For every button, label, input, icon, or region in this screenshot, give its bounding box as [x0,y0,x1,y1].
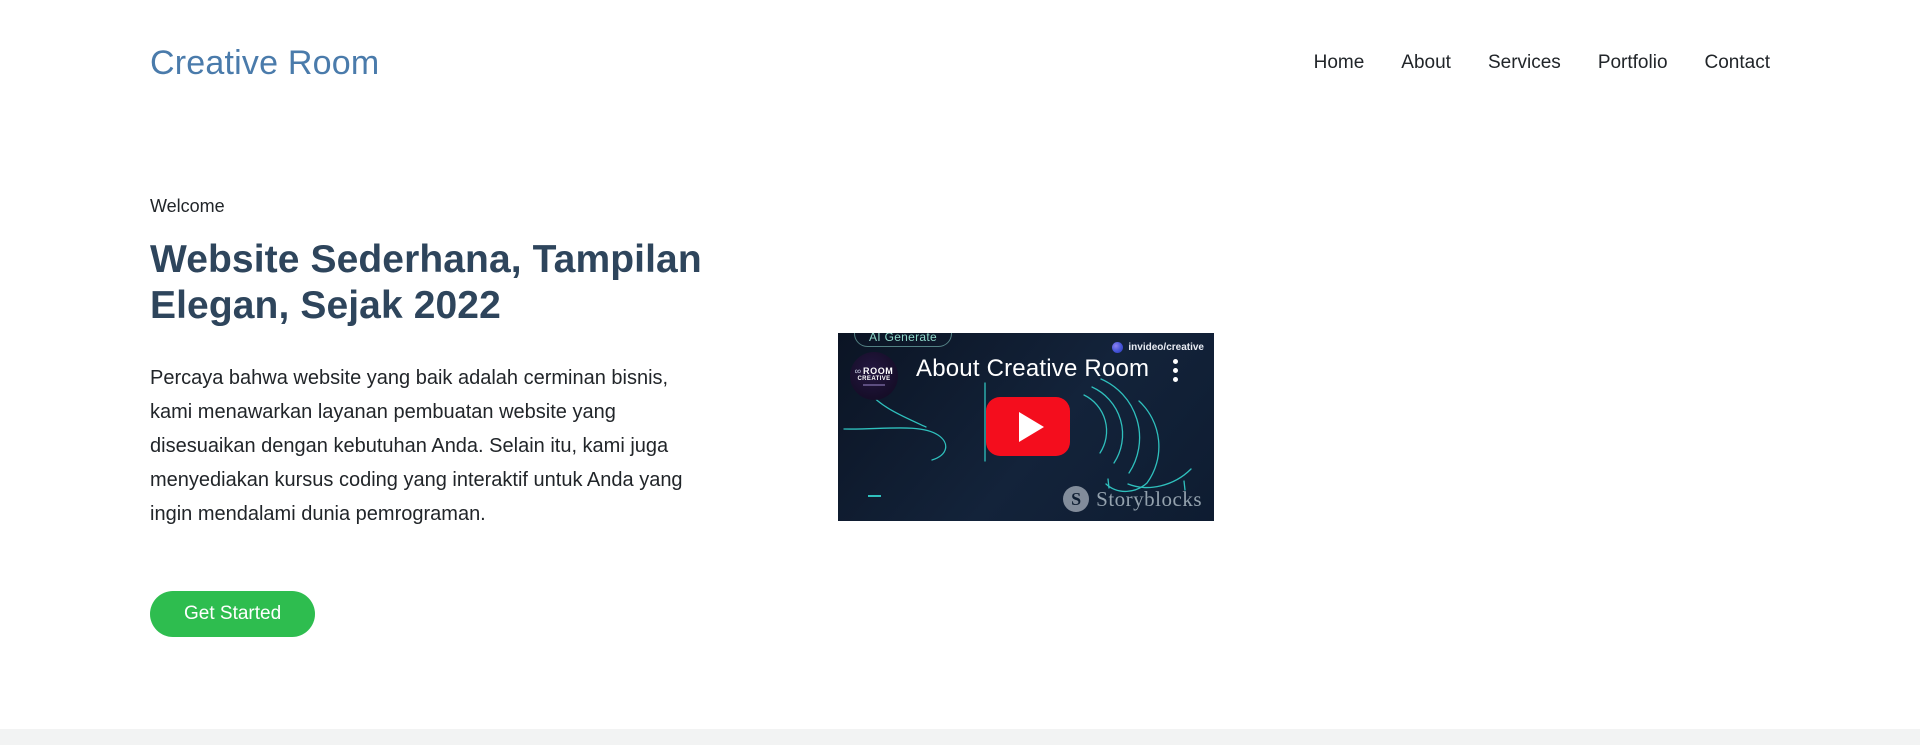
video-title: About Creative Room [916,355,1150,382]
youtube-play-button[interactable] [986,397,1070,456]
welcome-label: Welcome [150,196,225,216]
youtube-video-embed[interactable]: AI Generate ∞ ROOM CREATIVE About Creati… [838,333,1214,521]
main-nav: Home About Services Portfolio Contact [1314,52,1770,74]
kebab-dot [1173,377,1178,382]
nav-item-about[interactable]: About [1401,52,1451,74]
ai-generate-button: AI Generate [854,333,953,347]
nav-item-portfolio[interactable]: Portfolio [1598,52,1668,74]
kebab-dot [1173,368,1178,373]
kebab-dot [1173,359,1178,364]
invideo-badge-label: invideo/creative [1128,342,1204,353]
hero-section: Welcome Website Sederhana, Tampilan Eleg… [150,196,706,637]
channel-logo-subline [863,383,885,386]
next-section-edge [0,729,1920,745]
teal-dash-decoration [868,495,881,497]
play-icon [1018,411,1044,442]
hero-description: Percaya bahwa website yang baik adalah c… [150,367,683,525]
storyblocks-label: Storyblocks [1096,486,1202,511]
page-title: Website Sederhana, Tampilan Elegan, Seja… [150,238,702,327]
channel-logo-text-top: CREATIVE [857,375,891,382]
nav-item-services[interactable]: Services [1488,52,1561,74]
get-started-button[interactable]: Get Started [150,591,316,637]
channel-logo: ∞ ROOM [854,365,894,376]
infinity-logo-icon: ∞ [854,365,861,376]
invideo-planet-icon [1112,342,1124,353]
storyblocks-logo-icon: S [1063,486,1090,512]
nav-item-home[interactable]: Home [1314,52,1365,74]
site-logo[interactable]: Creative Room [150,44,379,83]
more-options-icon[interactable] [1173,359,1178,382]
channel-avatar: ∞ ROOM CREATIVE [850,352,898,400]
channel-logo-text: ROOM [863,365,894,376]
nav-item-contact[interactable]: Contact [1705,52,1770,74]
storyblocks-watermark: S Storyblocks [1063,486,1202,512]
invideo-badge: invideo/creative [1112,342,1204,353]
header: Creative Room Home About Services Portfo… [0,0,1920,126]
